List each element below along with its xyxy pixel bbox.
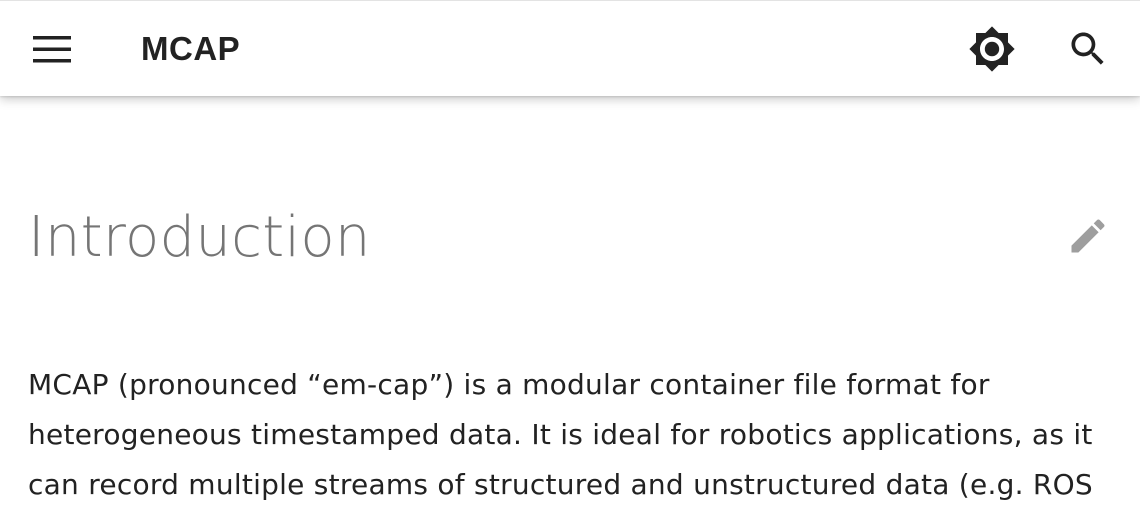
edit-page-button[interactable]	[1062, 210, 1114, 262]
search-icon	[1071, 32, 1104, 65]
site-title[interactable]: MCAP	[141, 29, 240, 69]
search-button[interactable]	[1058, 19, 1118, 79]
brightness-icon	[969, 26, 1015, 72]
menu-icon	[33, 36, 71, 63]
menu-button[interactable]	[22, 23, 82, 75]
top-app-bar: MCAP	[0, 0, 1140, 96]
color-scheme-toggle-button[interactable]	[962, 19, 1022, 79]
page-title: Introduction	[28, 205, 371, 270]
pencil-icon	[1071, 219, 1105, 253]
intro-paragraph: MCAP (pronounced “em-cap”) is a modular …	[28, 368, 1093, 501]
